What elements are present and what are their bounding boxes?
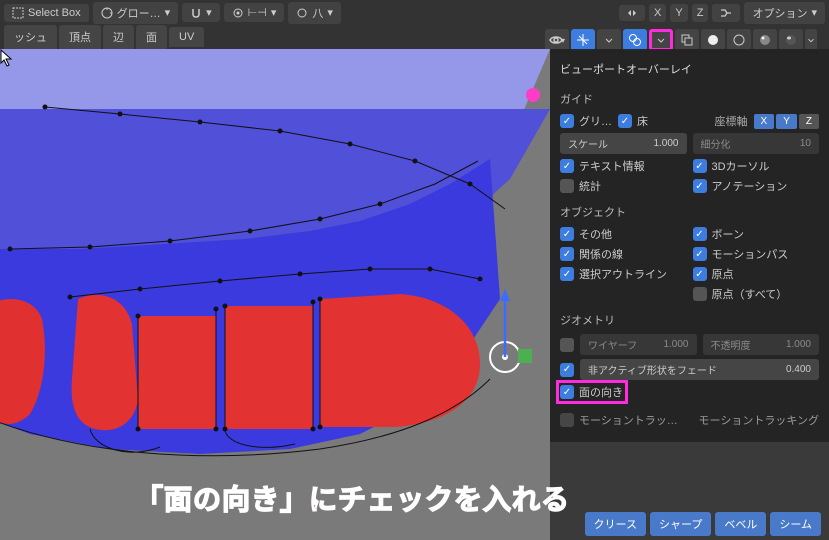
wireframe-checkbox[interactable] (560, 338, 574, 352)
shade-dropdown[interactable] (805, 29, 817, 51)
axis-z[interactable]: Z (692, 4, 709, 22)
face-orientation-checkbox[interactable]: ✓面の向き (560, 384, 623, 400)
seam-button[interactable]: シーム (770, 512, 821, 536)
grid-checkbox[interactable]: ✓グリ… (560, 113, 612, 129)
relations-checkbox[interactable]: ✓関係の線 (560, 246, 687, 262)
objects-header: オブジェクト (560, 204, 819, 220)
transform-label: グロー… (117, 5, 161, 21)
transform-orient-dropdown[interactable]: グロー… ▾ (93, 2, 179, 24)
options-label: オプション (752, 5, 807, 21)
visibility-icon[interactable]: ▾ (545, 29, 569, 51)
guides-header: ガイド (560, 91, 819, 107)
sharp-button[interactable]: シャープ (650, 512, 711, 536)
overlays-dropdown-icon[interactable] (649, 29, 673, 51)
stats-checkbox[interactable]: 統計 (560, 178, 687, 194)
select-mode-dropdown[interactable]: Select Box (4, 4, 89, 22)
tab-mesh[interactable]: ッシュ (4, 25, 57, 49)
gizmo-dropdown[interactable] (597, 29, 621, 51)
shade-mat-icon[interactable] (753, 29, 777, 51)
tab-vertex[interactable]: 頂点 (59, 25, 101, 49)
bottom-edge-buttons: クリース シャープ ベベル シーム (585, 512, 821, 536)
motion-path-checkbox[interactable]: ✓モーションパス (693, 246, 820, 262)
axis-x-btn[interactable]: X (754, 114, 775, 129)
bone-checkbox[interactable]: ✓ボーン (693, 226, 820, 242)
axis-x[interactable]: X (649, 4, 666, 22)
xray-icon[interactable] (675, 29, 699, 51)
pivot-dropdown[interactable]: 八 ▾ (288, 2, 341, 24)
cursor3d-checkbox[interactable]: ✓3Dカーソル (693, 158, 820, 174)
shade-wire-icon[interactable] (727, 29, 751, 51)
wireframe-field[interactable]: ワイヤーフ1.000 (580, 334, 697, 355)
chevron-down-icon: ▾ (206, 6, 212, 19)
tab-face[interactable]: 面 (136, 25, 167, 49)
geometry-header: ジオメトリ (560, 312, 819, 328)
opacity-field[interactable]: 不透明度1.000 (703, 334, 820, 355)
motion-tracking-checkbox[interactable]: モーショントラッ… (560, 412, 687, 428)
crease-button[interactable]: クリース (585, 512, 646, 536)
chevron-down-icon: ▾ (811, 6, 817, 19)
automerge-icon[interactable] (712, 4, 740, 22)
bevel-button[interactable]: ベベル (715, 512, 766, 536)
top-toolbar: Select Box グロー… ▾ ▾ ⊢⊣ ▾ 八 ▾ X Y Z (0, 0, 829, 25)
annotation-checkbox[interactable]: ✓アノテーション (693, 178, 820, 194)
shade-solid-icon[interactable] (701, 29, 725, 51)
sel-outline-checkbox[interactable]: ✓選択アウトライン (560, 266, 687, 282)
scale-field[interactable]: スケール1.000 (560, 133, 687, 154)
snap-dropdown[interactable]: ▾ (182, 3, 220, 22)
origin-all-checkbox[interactable]: 原点（すべて） (693, 286, 820, 302)
viewport-3d[interactable] (0, 49, 550, 540)
chevron-down-icon: ▾ (271, 6, 277, 19)
gizmo-icon[interactable] (571, 29, 595, 51)
fade-checkbox[interactable]: ✓ (560, 363, 574, 377)
mirror-x-toggle[interactable] (619, 5, 645, 21)
tab-edge[interactable]: 辺 (103, 25, 134, 49)
panel-title: ビューポートオーバーレイ (560, 57, 819, 81)
options-dropdown[interactable]: オプション ▾ (744, 2, 825, 24)
origin-checkbox[interactable]: ✓原点 (693, 266, 820, 282)
axis-z-btn[interactable]: Z (799, 114, 819, 129)
chevron-down-icon: ▾ (165, 6, 171, 19)
select-mode-label: Select Box (28, 7, 81, 19)
mouse-pointer-icon (0, 49, 14, 67)
shade-render-icon[interactable] (779, 29, 803, 51)
overlays-toggle-icon[interactable] (623, 29, 647, 51)
proportional-dropdown[interactable]: ⊢⊣ ▾ (224, 3, 285, 22)
annotation-caption: 「面の向き」にチェックを入れる (135, 478, 570, 518)
chevron-down-icon: ▾ (327, 6, 333, 19)
axis-y-btn[interactable]: Y (776, 114, 797, 129)
tab-uv[interactable]: UV (169, 27, 204, 47)
text-info-checkbox[interactable]: ✓テキスト情報 (560, 158, 687, 174)
axis-y[interactable]: Y (670, 4, 687, 22)
other-checkbox[interactable]: ✓その他 (560, 226, 687, 242)
motion-tracking-label: モーショントラッキング (693, 412, 820, 428)
axes-label: 座標軸 (715, 113, 748, 129)
fade-field[interactable]: 非アクティブ形状をフェード0.400 (580, 359, 819, 380)
subdiv-field[interactable]: 細分化10 (693, 133, 820, 154)
floor-checkbox[interactable]: ✓床 (618, 113, 648, 129)
viewport-overlays-panel: ビューポートオーバーレイ ガイド ✓グリ… ✓床 座標軸 X Y Z スケール1… (550, 49, 829, 442)
